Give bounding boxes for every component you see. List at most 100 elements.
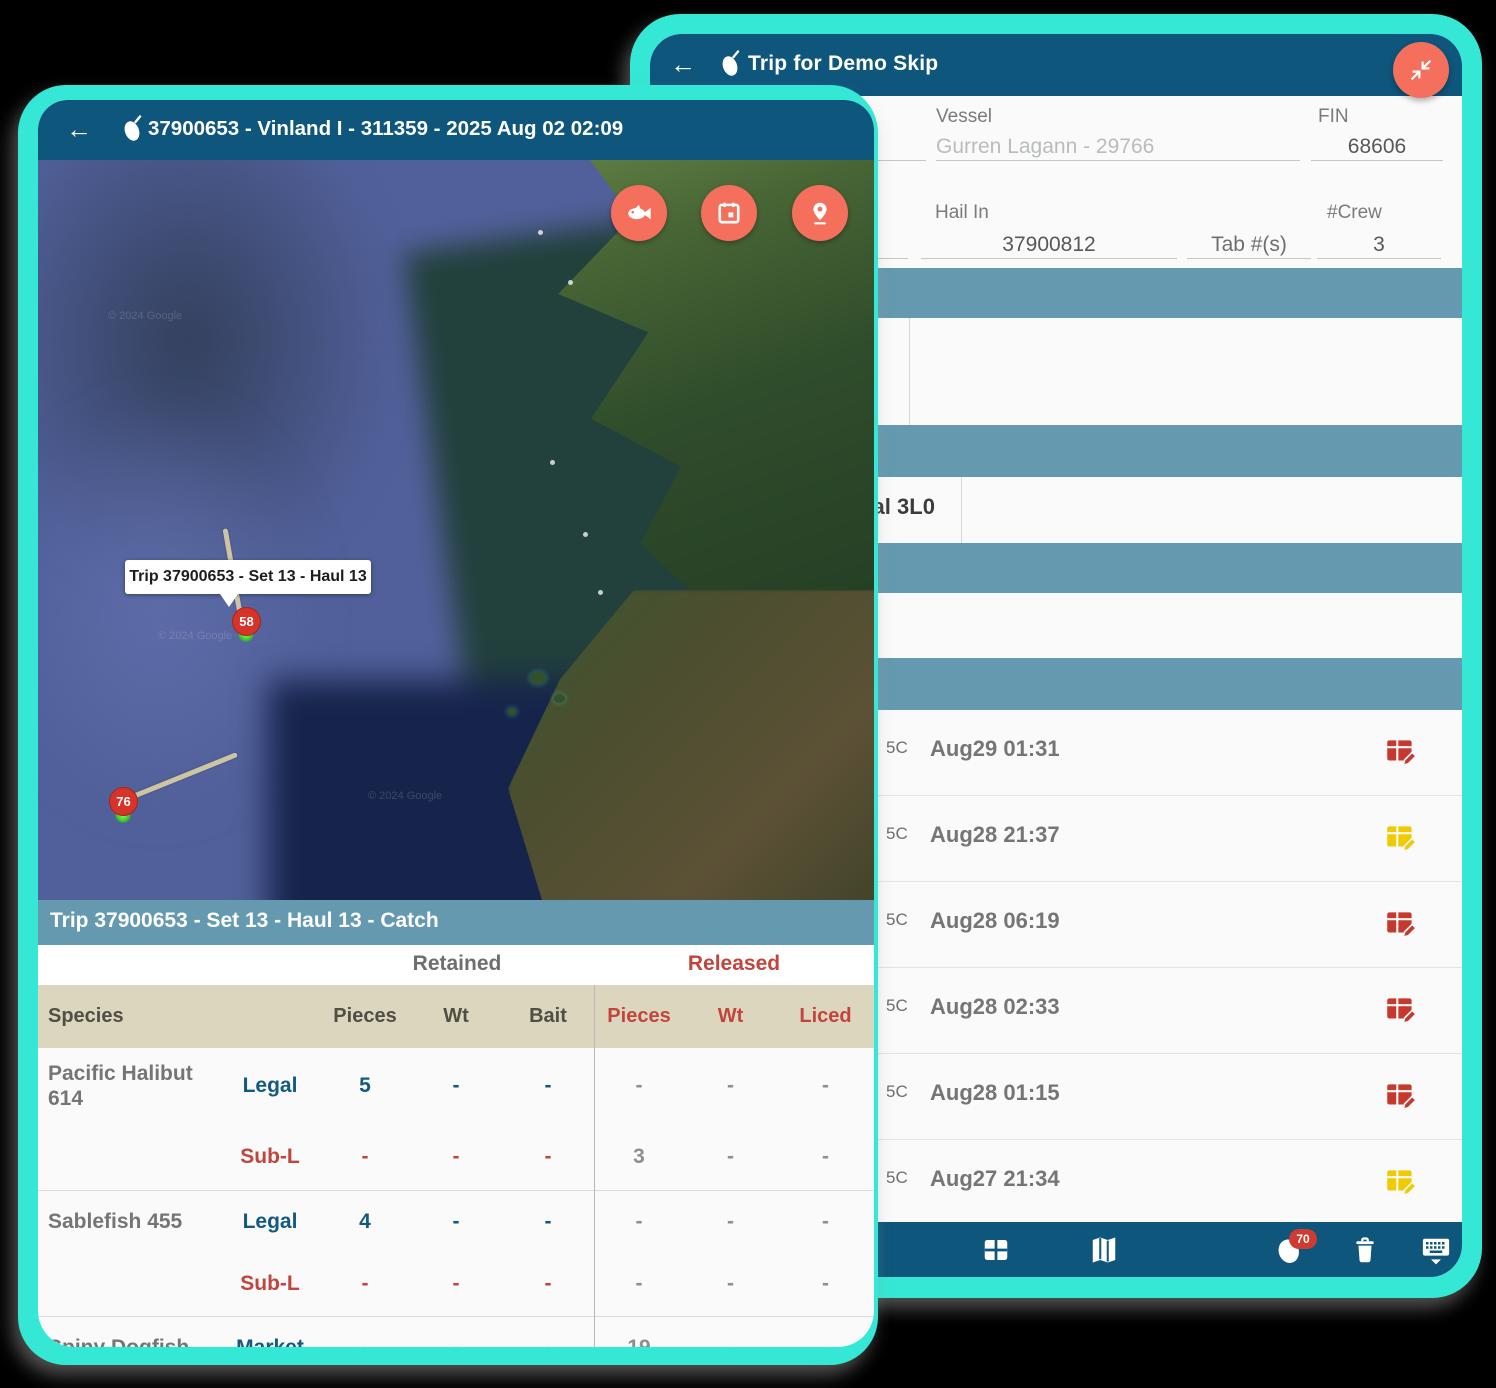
- rel-wt-header: Wt: [684, 1005, 777, 1028]
- haul-time: Aug29 01:31: [930, 736, 1060, 762]
- retained-value: -: [410, 1272, 502, 1296]
- area-code: 5C: [886, 738, 908, 758]
- retained-value: -: [410, 1336, 502, 1347]
- front-device-card: ← 37900653 - Vinland I - 311359 - 2025 A…: [18, 85, 878, 1365]
- size-class: Market: [220, 1336, 320, 1347]
- column-divider: [909, 318, 910, 425]
- table-edit-icon[interactable]: [1383, 1078, 1419, 1114]
- islet: [554, 694, 565, 703]
- released-value: -: [594, 1074, 684, 1098]
- notification-badge: 70: [1289, 1229, 1317, 1249]
- retained-value: -: [410, 1074, 502, 1098]
- released-value: -: [684, 1336, 777, 1347]
- tab-numbers-field[interactable]: Tab #(s): [1187, 233, 1311, 257]
- size-class: Legal: [220, 1210, 320, 1234]
- retained-value: -: [320, 1145, 410, 1169]
- released-value: -: [684, 1145, 777, 1169]
- haul-marker-58[interactable]: 58: [232, 607, 261, 636]
- calendar-button[interactable]: [701, 185, 757, 241]
- retained-value: -: [502, 1210, 594, 1234]
- catch-row[interactable]: Spiny DogfishMarket---19--: [38, 1317, 874, 1347]
- vessel-field[interactable]: Gurren Lagann - 29766: [936, 135, 1300, 159]
- map-attribution: © 2024 Google: [368, 790, 442, 802]
- crew-field[interactable]: 3: [1317, 233, 1441, 257]
- islet: [508, 708, 516, 715]
- islet: [530, 672, 546, 684]
- map-attribution: © 2024 Google: [108, 310, 182, 322]
- released-value: -: [594, 1272, 684, 1296]
- tooltip-text: Trip 37900653 - Set 13 - Haul 13: [129, 568, 366, 586]
- haul-time: Aug28 02:33: [930, 994, 1060, 1020]
- catch-column-headers: Species Pieces Wt Bait Pieces Wt Liced: [38, 985, 874, 1048]
- haul-time: Aug27 21:34: [930, 1166, 1060, 1192]
- haul-marker-76[interactable]: 76: [109, 787, 138, 816]
- size-class: Sub-L: [220, 1272, 320, 1296]
- retained-value: -: [410, 1145, 502, 1169]
- retained-value: -: [502, 1074, 594, 1098]
- map-icon[interactable]: [1089, 1235, 1119, 1265]
- back-arrow-icon[interactable]: ←: [670, 49, 696, 80]
- catch-row[interactable]: Sub-L---3--: [38, 1125, 874, 1191]
- catch-title: Trip 37900653 - Set 13 - Haul 13 - Catch: [50, 909, 439, 933]
- retained-value: -: [320, 1272, 410, 1296]
- retained-value: -: [320, 1336, 410, 1347]
- area-code: 5C: [886, 1168, 908, 1188]
- catch-row[interactable]: Sablefish 455Legal4-----: [38, 1191, 874, 1253]
- retained-value: 4: [320, 1210, 410, 1234]
- calendar-icon: [716, 200, 742, 226]
- fin-label: FIN: [1318, 106, 1349, 128]
- hail-in-field[interactable]: 37900812: [921, 233, 1177, 257]
- released-value: -: [777, 1336, 874, 1347]
- released-value: -: [777, 1272, 874, 1296]
- grid-icon[interactable]: [981, 1235, 1011, 1265]
- released-value: -: [777, 1210, 874, 1234]
- collapse-button[interactable]: [1393, 42, 1449, 98]
- catch-table-body: Pacific Halibut 614Legal5-----Sub-L---3-…: [38, 1048, 874, 1347]
- species-name: Pacific Halibut 614: [38, 1062, 220, 1110]
- catch-group-row: Retained Released: [38, 945, 874, 985]
- table-edit-icon[interactable]: [1383, 820, 1419, 856]
- released-value: -: [594, 1210, 684, 1234]
- pin-drop-button[interactable]: [792, 185, 848, 241]
- area-code: 5C: [886, 1082, 908, 1102]
- released-value: -: [684, 1074, 777, 1098]
- haul-appbar: ← 37900653 - Vinland I - 311359 - 2025 A…: [38, 100, 874, 160]
- retained-value: -: [502, 1145, 594, 1169]
- table-edit-icon[interactable]: [1383, 992, 1419, 1028]
- back-arrow-icon[interactable]: ←: [66, 114, 92, 145]
- retained-value: -: [410, 1210, 502, 1234]
- pin-drop-icon: [807, 200, 833, 226]
- keyboard-hide-icon[interactable]: [1421, 1235, 1451, 1265]
- catch-row[interactable]: Sub-L------: [38, 1253, 874, 1317]
- haul-time: Aug28 06:19: [930, 908, 1060, 934]
- fish-button[interactable]: [611, 185, 667, 241]
- collapse-icon: [1408, 57, 1434, 83]
- size-class: Sub-L: [220, 1145, 320, 1169]
- fin-field[interactable]: 68606: [1311, 135, 1443, 159]
- species-name: Spiny Dogfish: [38, 1336, 220, 1347]
- species-header: Species: [38, 1005, 220, 1028]
- retained-value: -: [502, 1272, 594, 1296]
- leaf-icon: [720, 50, 742, 83]
- leaf-badge-icon[interactable]: 70: [1275, 1235, 1319, 1265]
- catch-row[interactable]: Pacific Halibut 614Legal5-----: [38, 1048, 874, 1125]
- size-class: Legal: [220, 1074, 320, 1098]
- map-view[interactable]: © 2024 Google © 2024 Google © 2024 Googl…: [38, 160, 874, 900]
- table-edit-icon[interactable]: [1383, 1164, 1419, 1200]
- released-value: 19: [594, 1336, 684, 1347]
- table-edit-icon[interactable]: [1383, 906, 1419, 942]
- composite-screenshot: ← Trip for Demo Skip 78 Vessel Gurren La…: [0, 0, 1496, 1388]
- released-value: -: [684, 1272, 777, 1296]
- haul-time: Aug28 21:37: [930, 822, 1060, 848]
- haul-title: 37900653 - Vinland I - 311359 - 2025 Aug…: [148, 117, 623, 141]
- wt-header: Wt: [410, 1005, 502, 1028]
- rel-pieces-header: Pieces: [594, 1005, 684, 1028]
- map-tooltip: Trip 37900653 - Set 13 - Haul 13: [125, 560, 371, 594]
- table-edit-icon[interactable]: [1383, 734, 1419, 770]
- released-label: Released: [594, 952, 874, 976]
- pieces-header: Pieces: [320, 1005, 410, 1028]
- leaf-icon: [122, 115, 144, 148]
- trash-icon[interactable]: [1350, 1235, 1380, 1265]
- tooltip-pointer: [220, 594, 238, 607]
- liced-header: Liced: [777, 1005, 874, 1028]
